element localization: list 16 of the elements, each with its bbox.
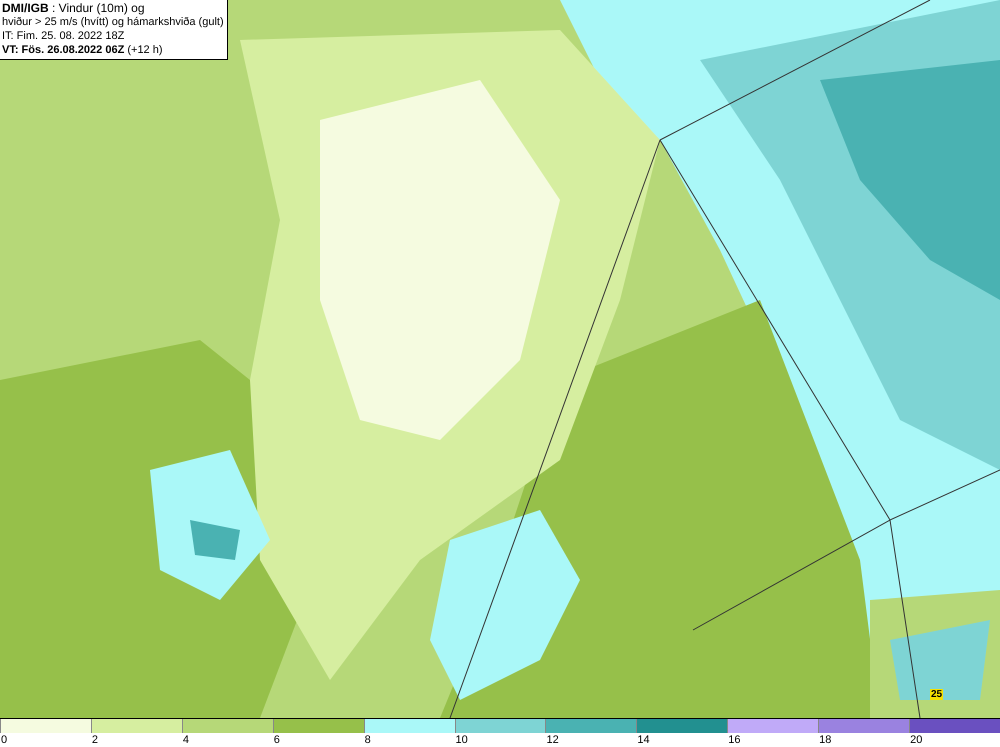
legend-label: 6: [272, 733, 280, 747]
legend-label: 20: [909, 733, 922, 747]
gust-label: 25: [930, 689, 944, 700]
legend-label: 16: [727, 733, 741, 747]
legend-label: 0: [0, 733, 8, 747]
legend-label: 10: [454, 733, 468, 747]
legend-label: 4: [182, 733, 189, 747]
header-text: DMI/IGB : Vindur (10m) og: [2, 1, 146, 15]
legend-label: 12: [545, 733, 559, 747]
legend-label: 14: [636, 733, 650, 747]
legend-label: 18: [818, 733, 832, 747]
legend-label: 2: [90, 733, 98, 747]
header-text: IT: Fim. 25. 08. 2022 18Z: [2, 29, 126, 43]
legend-label: 8: [364, 733, 371, 747]
header-text: VT: Fös. 26.08.2022 06Z (+12 h): [2, 43, 164, 57]
header-text: hviður > 25 m/s (hvítt) og hámarkshviða (gult): [2, 15, 224, 29]
